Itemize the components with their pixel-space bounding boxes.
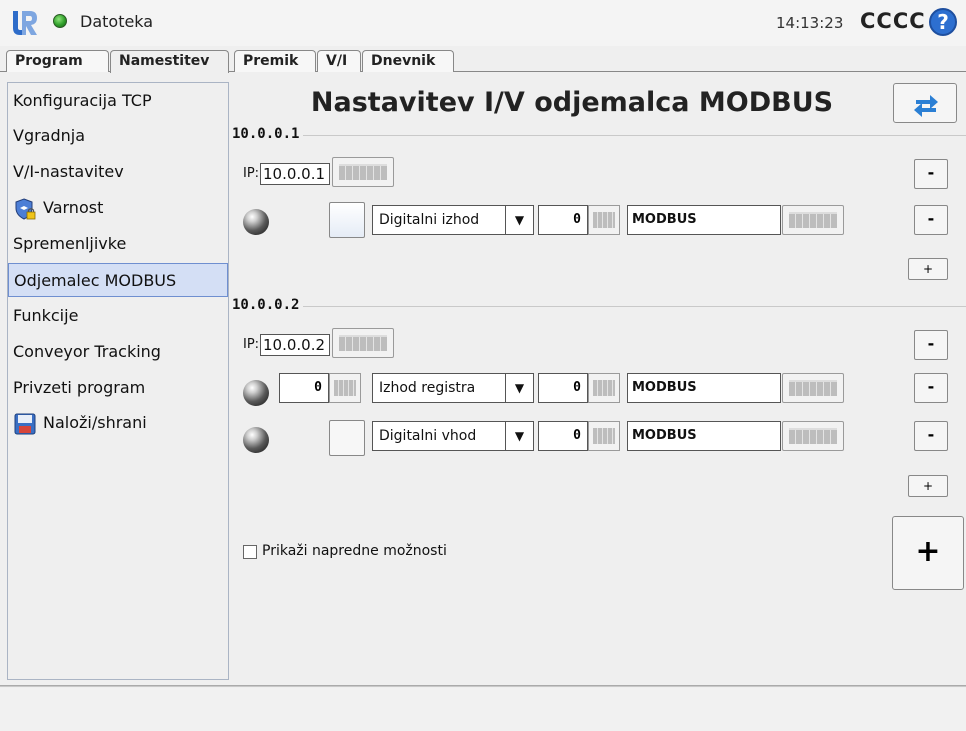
add-signal-button[interactable]: + [908, 258, 948, 280]
signal-value-toggle[interactable] [329, 202, 365, 238]
footer-bar [0, 688, 966, 731]
sidebar-item-io-setup[interactable]: V/I-nastavitev [8, 155, 228, 189]
dropdown-arrow-icon: ▼ [505, 422, 533, 450]
signal-type-value: Digitalni vhod [379, 428, 477, 444]
help-button[interactable]: ? [929, 8, 957, 36]
register-value-input[interactable]: 0 [279, 373, 329, 403]
remove-signal-button[interactable]: - [914, 421, 948, 451]
keypad-icon[interactable] [588, 421, 620, 451]
dropdown-arrow-icon: ▼ [505, 374, 533, 402]
signal-type-value: Digitalni izhod [379, 212, 480, 228]
clock: 14:13:23 [776, 14, 844, 32]
ip-label: IP: [243, 337, 260, 352]
unit-title: 10.0.0.1 [232, 126, 304, 142]
signal-type-value: Izhod registra [379, 380, 476, 396]
keyboard-icon[interactable] [332, 328, 394, 358]
tab-program[interactable]: Program [6, 50, 109, 72]
file-menu[interactable]: Datoteka [80, 12, 153, 31]
add-signal-button[interactable]: + [908, 475, 948, 497]
status-indicator [53, 14, 67, 28]
tab-namestitev[interactable]: Namestitev [110, 50, 229, 73]
remove-unit-button[interactable]: - [914, 159, 948, 189]
remove-signal-button[interactable]: - [914, 205, 948, 235]
sidebar-item-variables[interactable]: Spremenljivke [8, 227, 228, 261]
sidebar-item-features[interactable]: Funkcije [8, 299, 228, 333]
shield-lock-icon [15, 198, 36, 220]
sidebar-item-default-program[interactable]: Privzeti program [8, 371, 228, 405]
top-bar: Datoteka 14:13:23 CCCC ? [0, 0, 966, 46]
sidebar-item-modbus[interactable]: Odjemalec MODBUS [8, 263, 228, 297]
remove-unit-button[interactable]: - [914, 330, 948, 360]
signal-type-select[interactable]: Digitalni izhod ▼ [372, 205, 534, 235]
ip-input[interactable]: 10.0.0.1 [260, 163, 330, 185]
tab-dnevnik[interactable]: Dnevnik [362, 50, 454, 72]
address-input[interactable]: 0 [538, 205, 588, 235]
tab-vi[interactable]: V/I [317, 50, 361, 72]
keypad-icon[interactable] [588, 205, 620, 235]
sidebar-item-safety[interactable]: Varnost [8, 191, 228, 225]
address-input[interactable]: 0 [538, 421, 588, 451]
sidebar: Konfiguracija TCP Vgradnja V/I-nastavite… [7, 82, 229, 680]
ip-label: IP: [243, 166, 260, 181]
keyboard-icon[interactable] [782, 373, 844, 403]
divider [0, 685, 966, 687]
signal-name-input[interactable]: MODBUS [627, 205, 781, 235]
dropdown-arrow-icon: ▼ [505, 206, 533, 234]
remove-signal-button[interactable]: - [914, 373, 948, 403]
signal-value-indicator [329, 420, 365, 456]
signal-led-icon [243, 427, 269, 453]
advanced-options-checkbox[interactable] [243, 545, 257, 559]
robot-name: CCCC [860, 9, 926, 33]
floppy-disk-icon [14, 413, 36, 435]
signal-name-input[interactable]: MODBUS [627, 421, 781, 451]
advanced-options-label[interactable]: Prikaži napredne možnosti [262, 543, 447, 559]
main-panel: Nastavitev I/V odjemalca MODBUS 10.0.0.1… [232, 82, 966, 685]
keyboard-icon[interactable] [782, 205, 844, 235]
ip-input[interactable]: 10.0.0.2 [260, 334, 330, 356]
page-title: Nastavitev I/V odjemalca MODBUS [310, 87, 834, 118]
modbus-unit-group: 10.0.0.2 IP: 10.0.0.2 - 0 Izhod registra… [232, 297, 966, 512]
keypad-icon[interactable] [588, 373, 620, 403]
signal-led-icon [243, 209, 269, 235]
tab-bar: Program Namestitev Premik V/I Dnevnik [0, 50, 966, 73]
sidebar-item-load-save[interactable]: Naloži/shrani [8, 406, 228, 440]
sidebar-item-mounting[interactable]: Vgradnja [8, 119, 228, 153]
address-input[interactable]: 0 [538, 373, 588, 403]
keyboard-icon[interactable] [332, 157, 394, 187]
keypad-icon[interactable] [329, 373, 361, 403]
refresh-button[interactable] [893, 83, 957, 123]
ur-logo-icon [10, 8, 40, 38]
refresh-arrows-icon [914, 95, 938, 117]
signal-type-select[interactable]: Digitalni vhod ▼ [372, 421, 534, 451]
signal-type-select[interactable]: Izhod registra ▼ [372, 373, 534, 403]
tab-premik[interactable]: Premik [234, 50, 316, 72]
sidebar-item-tcp[interactable]: Konfiguracija TCP [8, 84, 228, 118]
sidebar-item-conveyor[interactable]: Conveyor Tracking [8, 335, 228, 369]
unit-title: 10.0.0.2 [232, 297, 304, 313]
signal-name-input[interactable]: MODBUS [627, 373, 781, 403]
keyboard-icon[interactable] [782, 421, 844, 451]
signal-led-icon [243, 380, 269, 406]
modbus-unit-group: 10.0.0.1 IP: 10.0.0.1 - Digitalni izhod … [232, 126, 966, 295]
app-window: Datoteka 14:13:23 CCCC ? Program Namesti… [0, 0, 966, 731]
add-unit-button[interactable]: + [892, 516, 964, 590]
